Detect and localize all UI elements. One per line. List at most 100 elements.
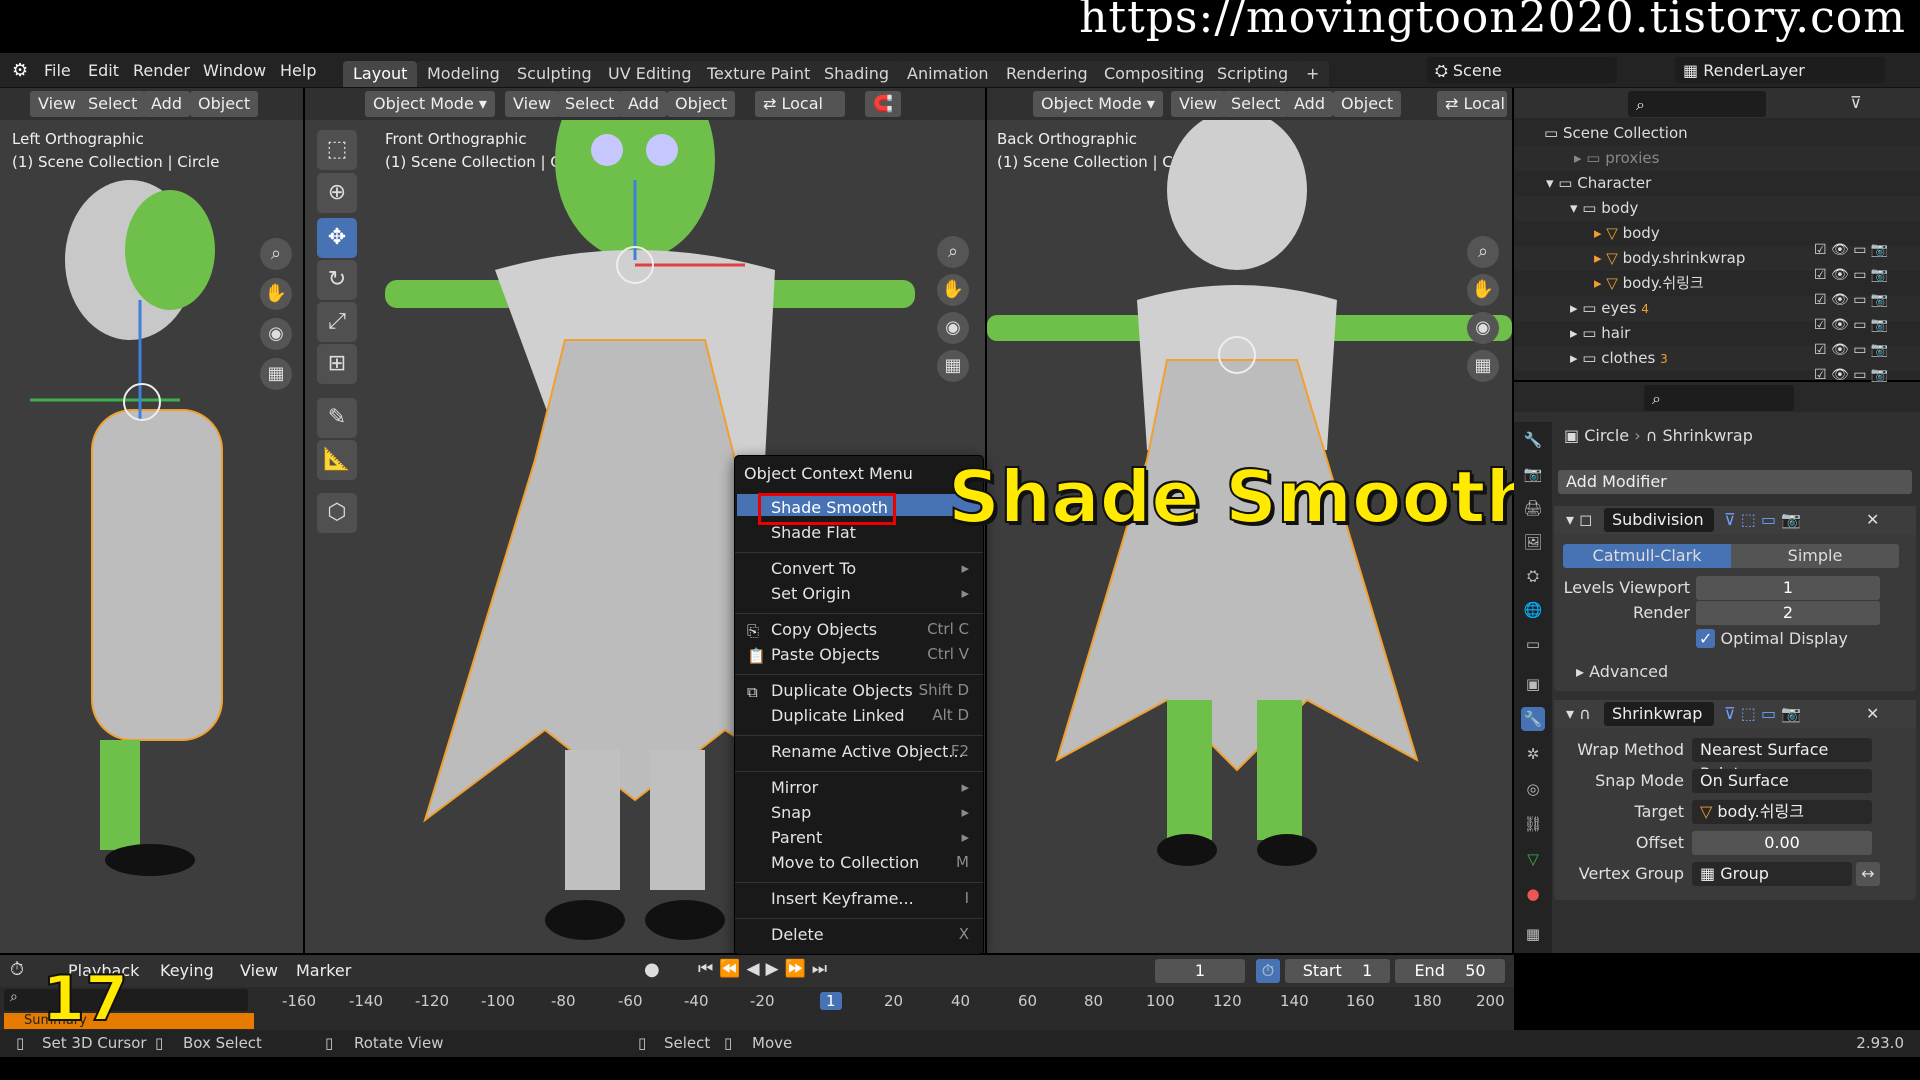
tab-animation[interactable]: Animation xyxy=(897,61,999,87)
view-menu[interactable]: View xyxy=(232,958,286,984)
scene-tab-icon[interactable]: ⛭ xyxy=(1521,564,1545,588)
back-camera-icon[interactable]: ◉ xyxy=(1467,312,1499,344)
particles-tab-icon[interactable]: ✲ xyxy=(1521,742,1545,766)
visibility-toggles[interactable]: ☑ 👁 ▭ 📷 ☑ 👁 ▭ 📷 ☑ 👁 ▭ 📷 ☑ 👁 ▭ 📷 ☑ 👁 ▭ 📷 ☑ 👁 ▭… xyxy=(1814,238,1914,388)
tab-shading[interactable]: Shading xyxy=(814,61,899,87)
vertex-group-field[interactable]: ▦ Group xyxy=(1692,862,1852,886)
menu-item-move-to-collection[interactable]: Move to Collection xyxy=(771,853,919,872)
outliner-row-body-collection[interactable]: ▾ ▭ body xyxy=(1514,196,1920,221)
menu-render[interactable]: Render xyxy=(133,61,190,80)
optimal-display-checkbox[interactable]: ✓ Optimal Display xyxy=(1696,629,1848,648)
data-tab-icon[interactable]: ▽ xyxy=(1521,847,1545,871)
select-box-tool-icon[interactable]: ⬚ xyxy=(317,130,357,170)
tab-compositing[interactable]: Compositing xyxy=(1094,61,1215,87)
select-menu[interactable]: Select xyxy=(557,91,623,117)
object-menu[interactable]: Object xyxy=(1333,91,1402,117)
target-field[interactable]: ▽ body.쉬링크 xyxy=(1692,800,1872,824)
view-menu[interactable]: View xyxy=(505,91,559,117)
tab-layout[interactable]: Layout xyxy=(343,61,418,87)
marker-menu[interactable]: Marker xyxy=(288,958,359,984)
transform-tool-icon[interactable]: ⊞ xyxy=(317,344,357,384)
menu-item-mirror[interactable]: Mirror xyxy=(771,778,818,797)
record-button[interactable]: ● xyxy=(644,959,660,980)
back-zoom-icon[interactable]: ⌕ xyxy=(1467,236,1499,268)
move-tool-icon[interactable]: ✥ xyxy=(317,218,357,258)
menu-item-duplicate-objects[interactable]: Duplicate Objects xyxy=(771,681,913,700)
menu-item-rename[interactable]: Rename Active Object... xyxy=(771,742,964,761)
preview-range-icon[interactable]: ⏱ xyxy=(1256,959,1280,983)
filter-icon[interactable]: ⊽ xyxy=(1850,93,1862,112)
modifier-tab-icon[interactable]: 🔧 xyxy=(1521,707,1545,731)
tool-tab-icon[interactable]: 🔧 xyxy=(1521,428,1545,452)
editor-type-icon[interactable]: ⏱ xyxy=(10,959,24,980)
shrinkwrap-name-field[interactable]: Shrinkwrap xyxy=(1604,702,1714,726)
subdivision-header[interactable]: ▾ ◻ Subdivision ⊽ ⬚ ▭ 📷 ✕ xyxy=(1554,506,1916,534)
front-pan-icon[interactable]: ✋ xyxy=(937,274,969,306)
menu-item-copy-objects[interactable]: Copy Objects xyxy=(771,620,877,639)
transform-orientation[interactable]: ⇄ Local xyxy=(1437,91,1507,117)
tab-modeling[interactable]: Modeling xyxy=(417,61,510,87)
scale-tool-icon[interactable]: ⤢ xyxy=(317,302,357,342)
back-pan-icon[interactable]: ✋ xyxy=(1467,274,1499,306)
back-grid-icon[interactable]: ▦ xyxy=(1467,350,1499,382)
menu-window[interactable]: Window xyxy=(203,61,266,80)
add-cube-tool-icon[interactable]: ⬡ xyxy=(317,493,357,533)
modifier-toggle-icons[interactable]: ⊽ ⬚ ▭ 📷 xyxy=(1724,704,1801,723)
snap-mode-dropdown[interactable]: On Surface xyxy=(1692,769,1872,793)
wrap-method-dropdown[interactable]: Nearest Surface Point xyxy=(1692,738,1872,783)
render-layer-selector[interactable]: ▦ RenderLayer xyxy=(1675,57,1885,83)
view-menu[interactable]: View xyxy=(30,91,84,117)
left-camera-icon[interactable]: ◉ xyxy=(260,318,292,350)
annotate-tool-icon[interactable]: ✎ xyxy=(317,398,357,438)
offset-field[interactable]: 0.00 xyxy=(1692,831,1872,855)
menu-help[interactable]: Help xyxy=(280,61,316,80)
outliner-search-input[interactable]: ⌕ xyxy=(1628,91,1766,117)
playback-controls[interactable]: ⏮⏪◀▶⏩⏭ xyxy=(698,959,833,979)
start-frame-field[interactable]: Start 1 xyxy=(1285,959,1390,983)
character-side-figure[interactable] xyxy=(0,120,303,953)
subdivision-name-field[interactable]: Subdivision xyxy=(1604,508,1714,532)
add-workspace-button[interactable]: + xyxy=(1296,61,1330,87)
output-tab-icon[interactable]: 🖨 xyxy=(1521,496,1545,520)
mode-selector[interactable]: Object Mode ▾ xyxy=(1033,91,1163,117)
mode-selector[interactable]: Object Mode ▾ xyxy=(365,91,495,117)
front-grid-icon[interactable]: ▦ xyxy=(937,350,969,382)
close-icon[interactable]: ✕ xyxy=(1866,510,1879,529)
levels-viewport-field[interactable]: 1 xyxy=(1696,576,1880,600)
rotate-tool-icon[interactable]: ↻ xyxy=(317,260,357,300)
object-menu[interactable]: Object xyxy=(667,91,736,117)
tab-scripting[interactable]: Scripting xyxy=(1207,61,1299,87)
select-menu[interactable]: Select xyxy=(1223,91,1289,117)
end-frame-field[interactable]: End 50 xyxy=(1395,959,1505,983)
left-grid-icon[interactable]: ▦ xyxy=(260,358,292,390)
tab-rendering[interactable]: Rendering xyxy=(996,61,1098,87)
properties-search-input[interactable]: ⌕ xyxy=(1644,385,1794,411)
select-menu[interactable]: Select xyxy=(80,91,146,117)
outliner-row-proxies[interactable]: ▸ ▭ proxies xyxy=(1514,146,1920,171)
menu-item-delete[interactable]: Delete xyxy=(771,925,824,944)
menu-item-paste-objects[interactable]: Paste Objects xyxy=(771,645,880,664)
outliner-row-scene-collection[interactable]: ▭ Scene Collection xyxy=(1514,121,1920,146)
add-modifier-button[interactable]: Add Modifier xyxy=(1558,470,1912,494)
simple-tab[interactable]: Simple xyxy=(1731,544,1899,568)
menu-item-insert-keyframe[interactable]: Insert Keyframe... xyxy=(771,889,914,908)
menu-item-set-origin[interactable]: Set Origin xyxy=(771,584,851,603)
object-menu[interactable]: Object xyxy=(190,91,259,117)
material-tab-icon[interactable]: ● xyxy=(1521,882,1545,906)
measure-tool-icon[interactable]: 📐 xyxy=(317,440,357,480)
object-tab-icon[interactable]: ▣ xyxy=(1521,672,1545,696)
catmull-clark-tab[interactable]: Catmull-Clark xyxy=(1563,544,1731,568)
world-tab-icon[interactable]: 🌐 xyxy=(1521,598,1545,622)
menu-item-shade-smooth[interactable]: Shade Smooth xyxy=(771,498,888,517)
menu-item-parent[interactable]: Parent xyxy=(771,828,822,847)
left-pan-icon[interactable]: ✋ xyxy=(260,278,292,310)
blender-logo-icon[interactable]: ⚙ xyxy=(12,60,28,81)
physics-tab-icon[interactable]: ◎ xyxy=(1521,777,1545,801)
transform-orientation[interactable]: ⇄ Local xyxy=(755,91,845,117)
render-levels-field[interactable]: 2 xyxy=(1696,601,1880,625)
front-camera-icon[interactable]: ◉ xyxy=(937,312,969,344)
tab-uv-editing[interactable]: UV Editing xyxy=(598,61,702,87)
texture-tab-icon[interactable]: ▦ xyxy=(1521,922,1545,946)
close-icon[interactable]: ✕ xyxy=(1866,704,1879,723)
left-zoom-icon[interactable]: ⌕ xyxy=(260,238,292,270)
